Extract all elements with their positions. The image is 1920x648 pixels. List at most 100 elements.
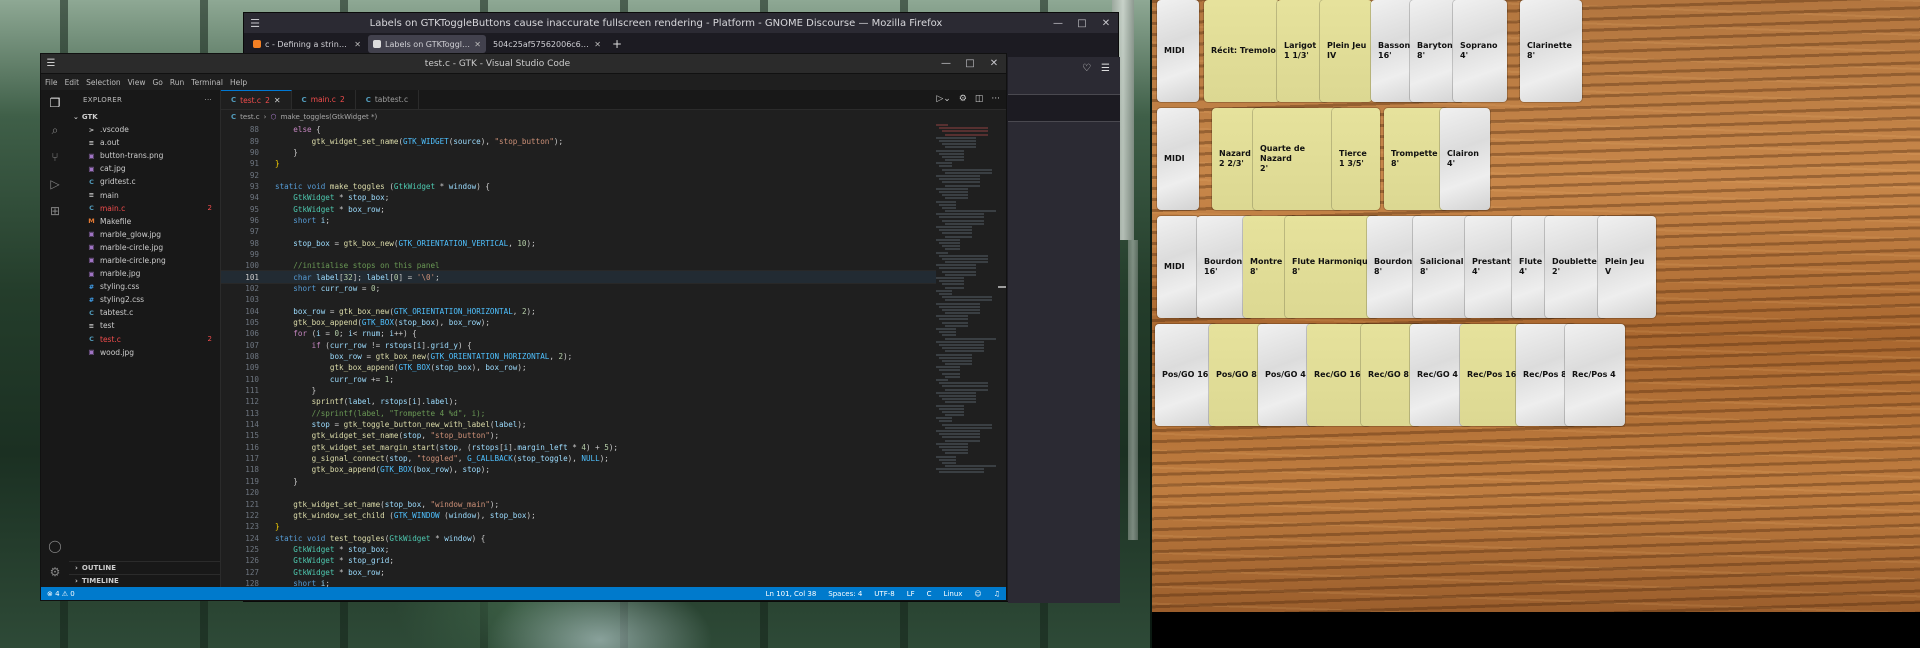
run-debug-icon[interactable]: ▷ <box>48 177 62 191</box>
file-tree-item[interactable]: # styling.css <box>69 280 220 293</box>
more-actions-icon[interactable]: ··· <box>204 96 212 104</box>
window-menu-icon[interactable]: ☰ <box>244 17 266 30</box>
code-line[interactable]: 127 GtkWidget * box_row; <box>221 566 936 577</box>
code-line[interactable]: 100 //initialise stops on this panel <box>221 260 936 271</box>
code-line[interactable]: 121 gtk_widget_set_name(stop_box, "windo… <box>221 498 936 509</box>
code-line[interactable]: 102 short curr_row = 0; <box>221 283 936 294</box>
organ-stop-toggle[interactable]: Trompette 8' <box>1384 108 1448 210</box>
code-line[interactable]: 118 gtk_box_append(GTK_BOX(box_row), sto… <box>221 464 936 475</box>
source-control-icon[interactable]: ⑂ <box>48 150 62 164</box>
close-icon[interactable]: ✕ <box>982 58 1006 69</box>
code-line[interactable]: 94 GtkWidget * stop_box; <box>221 192 936 203</box>
code-line[interactable]: 92 <box>221 169 936 180</box>
code-editor[interactable]: 88 else {89 gtk_widget_set_name(GTK_WIDG… <box>221 124 1006 587</box>
file-encoding[interactable]: UTF-8 <box>874 590 894 598</box>
file-tree-item[interactable]: ▣ marble-circle.png <box>69 254 220 267</box>
file-tree-item[interactable]: ▣ marble-circle.jpg <box>69 241 220 254</box>
browser-tab[interactable]: 504c25af57562006c642fe3bb2f2 ✕ <box>488 35 606 53</box>
code-line[interactable]: 89 gtk_widget_set_name(GTK_WIDGET(source… <box>221 135 936 146</box>
organ-stop-toggle[interactable]: Rec/Pos 4 <box>1565 324 1625 426</box>
editor-tab-test-c[interactable]: C test.c 2 ✕ <box>221 90 292 109</box>
organ-stop-toggle[interactable]: Tierce 1 3/5' <box>1332 108 1380 210</box>
organ-stop-toggle[interactable]: Clarinette 8' <box>1520 0 1582 102</box>
browser-tab-active[interactable]: Labels on GTKToggleButtons ✕ <box>368 35 486 53</box>
file-tree-item[interactable]: ▣ wood.jpg <box>69 346 220 359</box>
file-tree-item[interactable]: > .vscode <box>69 123 220 136</box>
menu-help[interactable]: Help <box>230 78 247 87</box>
code-line[interactable]: 95 GtkWidget * box_row; <box>221 203 936 214</box>
code-line[interactable]: 125 GtkWidget * stop_box; <box>221 544 936 555</box>
code-line[interactable]: 107 if (curr_row != rstops[i].grid_y) { <box>221 340 936 351</box>
code-line[interactable]: 124 static void test_toggles(GtkWidget * … <box>221 532 936 543</box>
close-tab-icon[interactable]: ✕ <box>354 40 361 49</box>
organ-stop-toggle[interactable]: Récit: Tremolo <box>1204 0 1280 102</box>
run-debug-dropdown-icon[interactable]: ▷⌄ <box>936 94 950 104</box>
more-actions-icon[interactable]: ··· <box>991 94 1000 104</box>
menu-edit[interactable]: Edit <box>65 78 80 87</box>
pocket-icon[interactable]: ♡ <box>1082 63 1091 74</box>
code-line[interactable]: 126 GtkWidget * stop_grid; <box>221 555 936 566</box>
organ-stop-toggle[interactable]: MIDI <box>1157 0 1199 102</box>
menu-go[interactable]: Go <box>152 78 162 87</box>
code-line[interactable]: 122 gtk_window_set_child (GTK_WINDOW (wi… <box>221 510 936 521</box>
code-line[interactable]: 128 short i; <box>221 578 936 587</box>
end-of-line[interactable]: LF <box>907 590 915 598</box>
file-tree-item[interactable]: Cgridtest.c <box>69 175 220 188</box>
cursor-position[interactable]: Ln 101, Col 38 <box>766 590 817 598</box>
feedback-icon[interactable]: ☺ <box>974 590 981 598</box>
code-line[interactable]: 120 <box>221 487 936 498</box>
file-tree-item[interactable]: # styling2.css <box>69 293 220 306</box>
menu-view[interactable]: View <box>128 78 146 87</box>
code-line[interactable]: 106 for (i = 0; i< rnum; i++) { <box>221 328 936 339</box>
close-icon[interactable]: ✕ <box>1094 18 1118 29</box>
split-editor-icon[interactable]: ◫ <box>975 94 984 104</box>
account-icon[interactable]: ◯ <box>48 539 62 553</box>
organ-stop-toggle[interactable]: Pos/GO 16 <box>1155 324 1217 426</box>
code-line[interactable]: 99 <box>221 249 936 260</box>
minimize-icon[interactable]: — <box>1046 18 1070 29</box>
search-icon[interactable]: ⌕ <box>48 123 62 137</box>
close-tab-icon[interactable]: ✕ <box>594 40 601 49</box>
file-tree-item[interactable]: ≡ test <box>69 319 220 332</box>
menu-terminal[interactable]: Terminal <box>191 78 223 87</box>
minimap[interactable] <box>936 124 996 587</box>
code-line[interactable]: 90 } <box>221 147 936 158</box>
code-line[interactable]: 98 stop_box = gtk_box_new(GTK_ORIENTATIO… <box>221 237 936 248</box>
close-tab-icon[interactable]: ✕ <box>274 96 281 105</box>
code-line[interactable]: 96 short i; <box>221 215 936 226</box>
organ-stop-toggle[interactable]: MIDI <box>1157 216 1199 318</box>
code-line[interactable]: 111 } <box>221 385 936 396</box>
code-line[interactable]: 105 gtk_box_append(GTK_BOX(stop_box), bo… <box>221 317 936 328</box>
code-line[interactable]: 103 <box>221 294 936 305</box>
file-tree-item[interactable]: ▣ button-trans.png <box>69 149 220 162</box>
organ-stop-toggle[interactable]: Plein Jeu V <box>1598 216 1656 318</box>
menu-file[interactable]: File <box>45 78 58 87</box>
hamburger-menu-icon[interactable]: ☰ <box>1101 63 1110 74</box>
organ-stop-toggle[interactable]: Plein Jeu IV <box>1320 0 1372 102</box>
file-tree-item[interactable]: ▣ cat.jpg <box>69 162 220 175</box>
code-line[interactable]: 116 gtk_widget_set_margin_start(stop, (r… <box>221 442 936 453</box>
breadcrumb-file[interactable]: test.c <box>240 113 260 121</box>
browser-tab[interactable]: c - Defining a string over mul ✕ <box>248 35 366 53</box>
manage-gear-icon[interactable]: ⚙ <box>48 565 62 579</box>
code-line[interactable]: 115 gtk_widget_set_name(stop, "stop_butt… <box>221 430 936 441</box>
editor-tab-main-c[interactable]: C main.c 2 <box>292 90 356 109</box>
menu-selection[interactable]: Selection <box>86 78 121 87</box>
breadcrumb-symbol[interactable]: make_toggles(GtkWidget *) <box>281 113 378 121</box>
file-tree-item[interactable]: M Makefile <box>69 215 220 228</box>
organ-stop-toggle[interactable]: Clairon 4' <box>1440 108 1490 210</box>
code-line[interactable]: 119 } <box>221 476 936 487</box>
code-line[interactable]: 110 curr_row += 1; <box>221 374 936 385</box>
file-tree-item[interactable]: Ctabtest.c <box>69 306 220 319</box>
code-line[interactable]: 108 box_row = gtk_box_new(GTK_ORIENTATIO… <box>221 351 936 362</box>
organ-stop-toggle[interactable]: Soprano 4' <box>1453 0 1507 102</box>
file-tree-item[interactable]: ≡ main <box>69 188 220 201</box>
platform[interactable]: Linux <box>944 590 963 598</box>
workspace-folder[interactable]: ⌄ GTK <box>69 110 220 123</box>
organ-stop-toggle[interactable]: Flute Harmonique 8' <box>1285 216 1379 318</box>
code-line[interactable]: 117 g_signal_connect(stop, "toggled", G_… <box>221 453 936 464</box>
code-line[interactable]: 88 else { <box>221 124 936 135</box>
code-line[interactable]: 104 box_row = gtk_box_new(GTK_ORIENTATIO… <box>221 306 936 317</box>
notifications-bell-icon[interactable]: ♫ <box>994 590 1000 598</box>
organ-stop-toggle[interactable]: MIDI <box>1157 108 1199 210</box>
